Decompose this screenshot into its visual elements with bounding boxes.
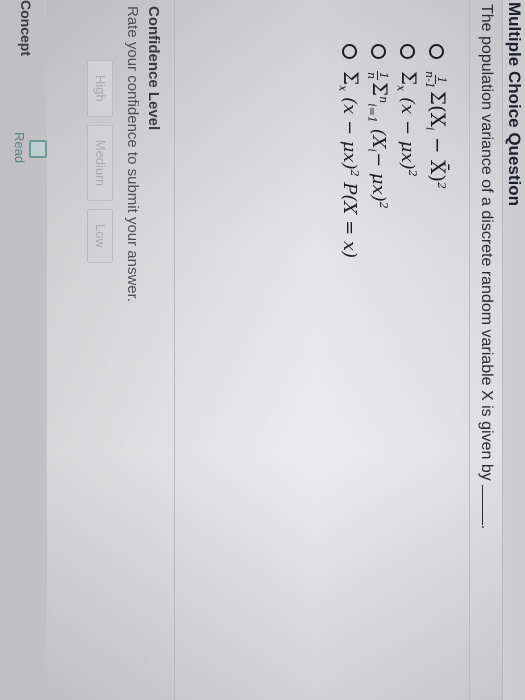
formula-body: (x − μx) bbox=[338, 97, 360, 170]
option-b[interactable]: Σx (x − μx)2 bbox=[394, 44, 421, 258]
concept-label[interactable]: Concept bbox=[18, 0, 34, 56]
formula-tail: − X̄) bbox=[425, 130, 450, 183]
exponent: 2 bbox=[405, 169, 419, 177]
subscript: x bbox=[394, 85, 408, 92]
formula-c: 1 n Σni=1 (Xi− μx)2 bbox=[365, 71, 392, 209]
radio-button[interactable] bbox=[342, 44, 357, 59]
radio-button[interactable] bbox=[371, 44, 386, 59]
question-text: The population variance of a discrete ra… bbox=[477, 4, 495, 529]
lower-limit: i=1 bbox=[365, 103, 379, 123]
formula-a: 1 n-1 Σ(Xi − X̄)2 bbox=[423, 71, 450, 189]
question-header: Multiple Choice Question bbox=[502, 0, 525, 700]
divider bbox=[469, 0, 470, 700]
divider bbox=[174, 0, 175, 700]
read-control[interactable]: Read bbox=[0, 130, 47, 170]
formula-b: Σx (x − μx)2 bbox=[394, 71, 421, 177]
question-prompt: The population variance of a discrete ra… bbox=[478, 4, 495, 481]
confidence-instructions: Rate your confidence to submit your answ… bbox=[124, 6, 141, 302]
option-d[interactable]: Σx (x − μx)2 P(X = x) bbox=[336, 44, 363, 258]
formula-body: (X bbox=[367, 128, 389, 149]
exponent: 2 bbox=[376, 201, 390, 209]
formula-d: Σx (x − μx)2 P(X = x) bbox=[336, 71, 363, 258]
formula-body: (x − μx) bbox=[396, 97, 418, 170]
read-label: Read bbox=[12, 132, 27, 164]
denominator: n-1 bbox=[423, 71, 437, 89]
confidence-heading: Confidence Level bbox=[145, 6, 162, 131]
denominator: n bbox=[365, 71, 379, 80]
formula-tail: − μx) bbox=[367, 152, 389, 202]
formula-body: Σ(X bbox=[425, 90, 450, 127]
exponent: 2 bbox=[347, 169, 361, 177]
confidence-low-button[interactable]: Low bbox=[87, 209, 113, 263]
photographed-screen: Multiple Choice Question The population … bbox=[0, 0, 525, 700]
numerator: 1 bbox=[435, 75, 449, 85]
question-period: . bbox=[478, 524, 495, 530]
confidence-high-button[interactable]: High bbox=[87, 60, 113, 117]
numerator: 1 bbox=[377, 71, 391, 80]
sigma: Σ bbox=[367, 82, 392, 97]
confidence-medium-button[interactable]: Medium bbox=[87, 124, 113, 201]
radio-button[interactable] bbox=[429, 44, 444, 59]
exponent: 2 bbox=[434, 182, 448, 190]
read-checkbox-icon[interactable] bbox=[29, 140, 47, 158]
option-a[interactable]: 1 n-1 Σ(Xi − X̄)2 bbox=[423, 44, 450, 258]
subscript: x bbox=[336, 85, 350, 92]
radio-button[interactable] bbox=[400, 44, 415, 59]
formula-tail: P(X = x) bbox=[338, 176, 360, 259]
answer-blank bbox=[482, 484, 483, 525]
confidence-buttons: High Medium Low bbox=[87, 60, 113, 263]
option-c[interactable]: 1 n Σni=1 (Xi− μx)2 bbox=[365, 44, 392, 258]
footer-bar bbox=[0, 0, 47, 700]
question-type-title: Multiple Choice Question bbox=[505, 2, 524, 207]
upper-limit: n bbox=[376, 96, 390, 104]
sigma: Σ bbox=[396, 71, 421, 86]
answer-options: 1 n-1 Σ(Xi − X̄)2 Σx (x − μx)2 1 n Σni=1 (Xi… bbox=[334, 44, 450, 258]
sigma: Σ bbox=[338, 71, 363, 86]
